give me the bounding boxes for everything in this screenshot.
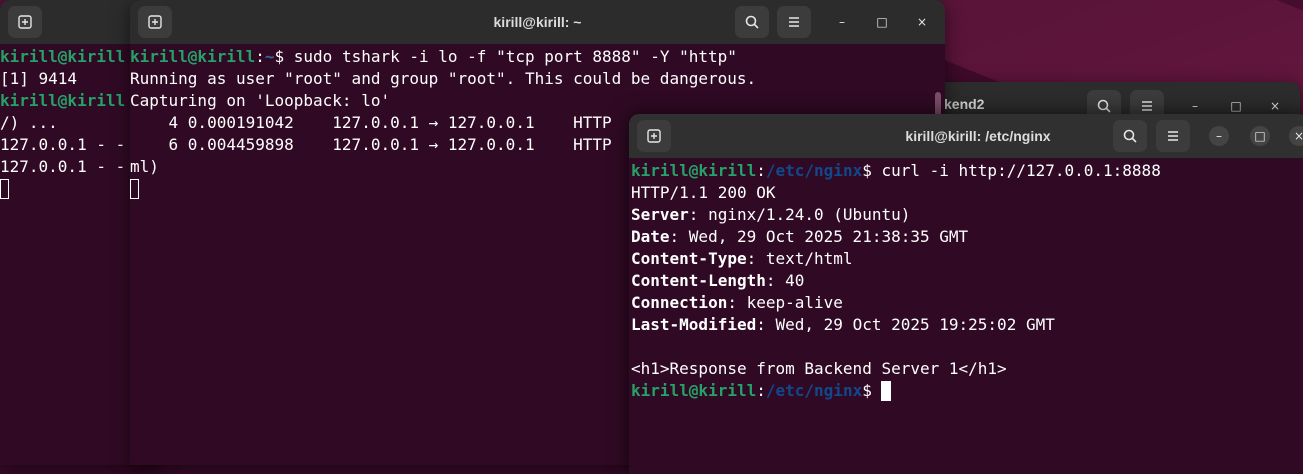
header-value: : Wed, 29 Oct 2025 21:38:35 GMT	[669, 227, 969, 246]
text-cursor	[0, 179, 9, 199]
header-key: Last-Modified	[631, 315, 757, 334]
minimize-button[interactable]: –	[832, 12, 852, 32]
menu-icon	[1168, 131, 1178, 141]
terminal-window-nginx[interactable]: kirill@kirill: /etc/nginx – □ × kirill@k…	[629, 114, 1303, 474]
command-line: kirill@kirill:~$ sudo tshark -i lo -f "t…	[130, 47, 737, 66]
prompt-user: kirill@kirill	[631, 381, 757, 400]
minimize-icon: –	[1216, 129, 1222, 143]
header-key: Date	[631, 227, 670, 246]
maximize-button[interactable]: □	[1250, 126, 1270, 146]
new-tab-button[interactable]	[8, 6, 42, 38]
text-cursor	[881, 381, 892, 401]
command-text: $ curl -i http://127.0.0.1:8888	[862, 161, 1161, 180]
menu-icon	[1142, 101, 1152, 111]
maximize-icon: □	[1230, 99, 1242, 113]
prompt-user: kirill@kirill	[0, 47, 126, 66]
titlebar-nginx[interactable]: kirill@kirill: /etc/nginx – □ ×	[629, 114, 1303, 158]
search-button[interactable]	[1113, 120, 1147, 152]
http-header: Last-Modified: Wed, 29 Oct 2025 19:25:02…	[631, 314, 1303, 336]
header-value: : 40	[765, 271, 805, 290]
titlebar-tshark[interactable]: kirill@kirill: ~ – □ ×	[130, 0, 945, 44]
menu-button[interactable]	[1156, 120, 1190, 152]
close-icon: ×	[1293, 129, 1303, 143]
text-cursor	[130, 179, 139, 199]
minimize-icon: –	[1192, 99, 1198, 113]
search-icon	[1123, 129, 1137, 143]
close-icon: ×	[916, 15, 928, 29]
maximize-button[interactable]: □	[1226, 96, 1246, 116]
window-title: kirill@kirill: ~	[493, 14, 582, 30]
header-value: : nginx/1.24.0 (Ubuntu)	[688, 205, 911, 224]
prompt-symbol: $	[862, 381, 882, 400]
maximize-icon: □	[876, 15, 888, 29]
header-value: : Wed, 29 Oct 2025 19:25:02 GMT	[756, 315, 1055, 334]
close-button[interactable]: ×	[1289, 126, 1303, 146]
header-value: : text/html	[746, 249, 853, 268]
response-body: <h1>Response from Backend Server 1</h1>	[631, 359, 1007, 378]
prompt-user: kirill@kirill	[130, 47, 256, 66]
prompt-path: /etc/nginx	[765, 381, 863, 400]
minimize-button[interactable]: –	[1185, 96, 1205, 116]
header-key: Server	[631, 205, 689, 224]
maximize-button[interactable]: □	[872, 12, 892, 32]
header-value: : keep-alive	[727, 293, 843, 312]
command-line: kirill@kirill:/etc/nginx$	[631, 380, 1303, 402]
http-header: Connection: keep-alive	[631, 292, 1303, 314]
search-icon	[1097, 99, 1111, 113]
close-icon: ×	[1269, 99, 1281, 113]
window-title: kirill@kirill: /etc/nginx	[905, 128, 1051, 144]
command-text: $ sudo tshark -i lo -f "tcp port 8888" -…	[274, 47, 737, 66]
header-key: Connection	[631, 293, 728, 312]
close-button[interactable]: ×	[912, 12, 932, 32]
minimize-icon: –	[839, 15, 845, 29]
close-button[interactable]: ×	[1265, 96, 1285, 116]
menu-icon	[789, 17, 799, 27]
minimize-button[interactable]: –	[1209, 126, 1229, 146]
search-button[interactable]	[735, 6, 769, 38]
terminal-line: Running as user "root" and group "root".…	[130, 69, 757, 88]
http-status-line: HTTP/1.1 200 OK	[631, 183, 776, 202]
header-key: Content-Length	[631, 271, 766, 290]
header-key: Content-Type	[631, 249, 747, 268]
http-header: Content-Length: 40	[631, 270, 1303, 292]
search-icon	[745, 15, 759, 29]
terminal-output-nginx[interactable]: kirill@kirill:/etc/nginx$ curl -i http:/…	[629, 158, 1303, 474]
new-tab-icon	[18, 15, 32, 29]
command-line: kirill@kirill:/etc/nginx$ curl -i http:/…	[631, 161, 1161, 180]
prompt-path: ~	[264, 47, 275, 66]
prompt-user: kirill@kirill	[631, 161, 757, 180]
http-header: Content-Type: text/html	[631, 248, 1303, 270]
maximize-icon: □	[1254, 129, 1266, 143]
menu-button[interactable]	[777, 6, 811, 38]
prompt-path: /etc/nginx	[765, 161, 863, 180]
http-header: Server: nginx/1.24.0 (Ubuntu)	[631, 204, 1303, 226]
terminal-line: Capturing on 'Loopback: lo'	[130, 91, 391, 110]
prompt-user: kirill@kirill	[0, 91, 126, 110]
http-header: Date: Wed, 29 Oct 2025 21:38:35 GMT	[631, 226, 1303, 248]
